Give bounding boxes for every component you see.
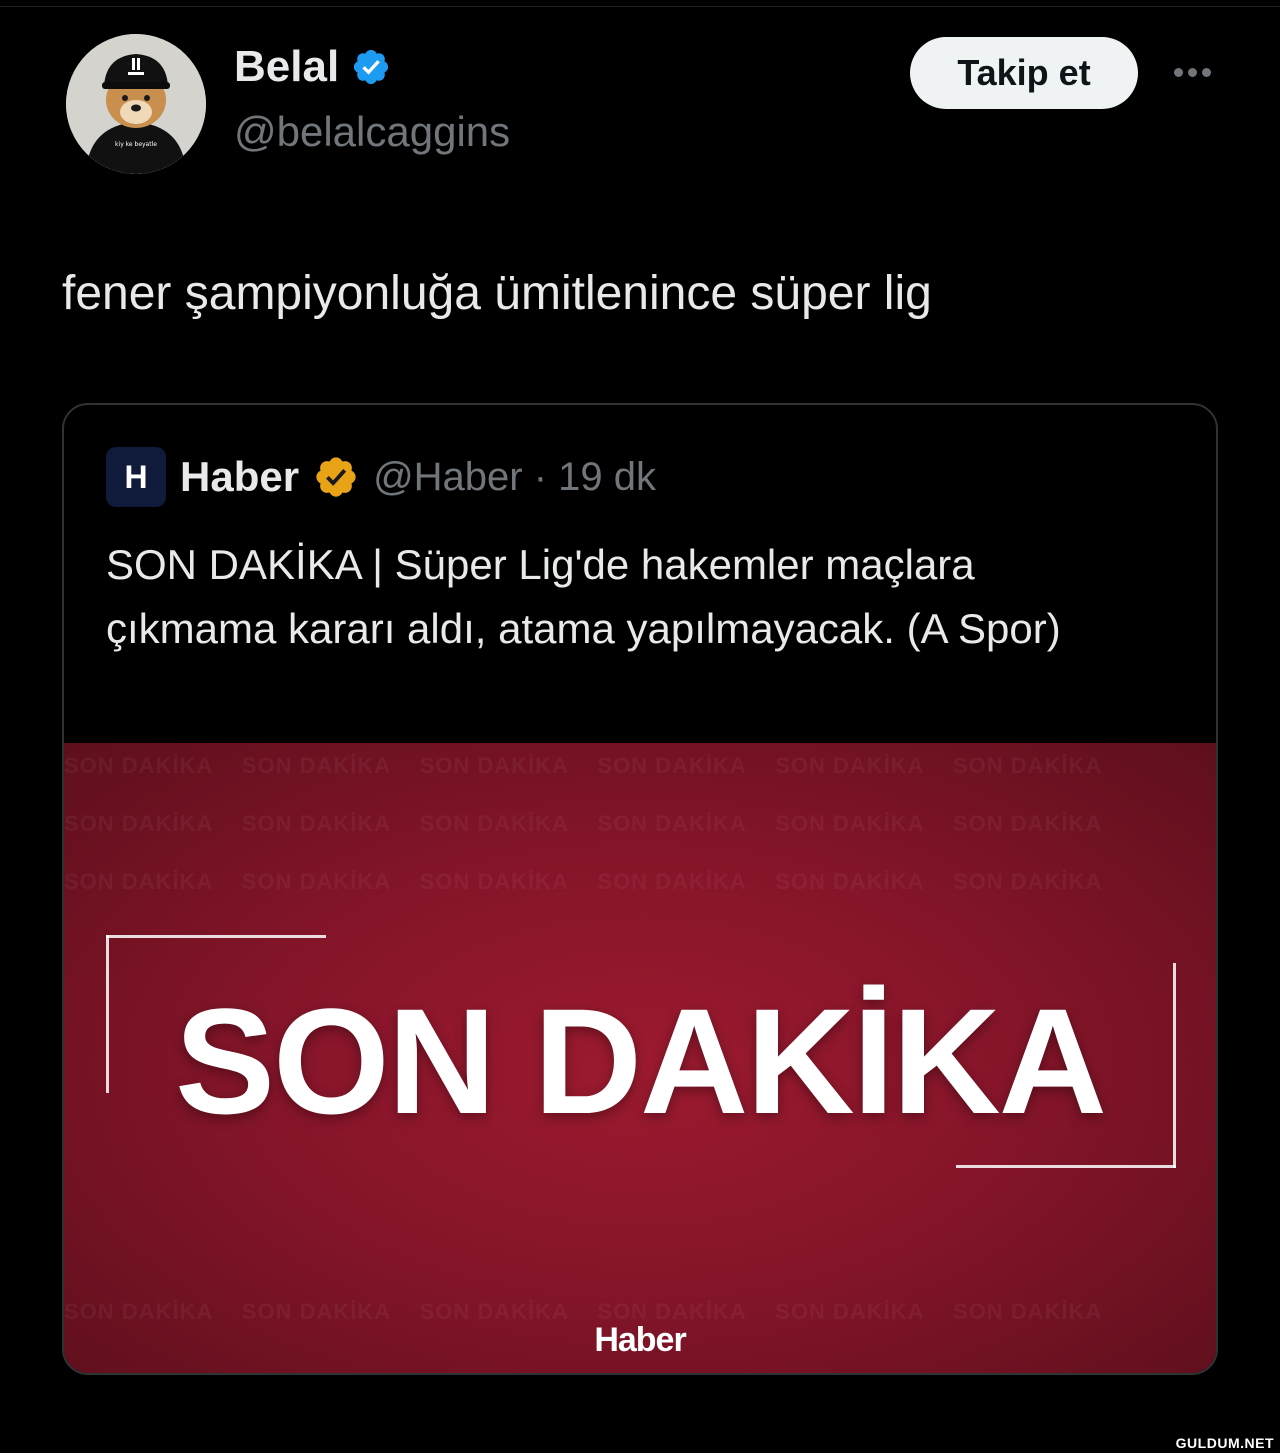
- quote-text: SON DAKİKA | Süper Lig'de hakemler maçla…: [106, 541, 1061, 652]
- tweet-text: fener şampiyonluğa ümitlenince süper lig: [62, 267, 932, 320]
- quote-header: H Haber @Haber · 19 dk: [106, 447, 656, 507]
- quote-handle-time[interactable]: @Haber · 19 dk: [373, 455, 656, 500]
- author-name[interactable]: Belal: [234, 42, 339, 92]
- pattern-row: SON DAKİKA SON DAKİKA SON DAKİKA SON DAK…: [64, 869, 1103, 894]
- quoted-tweet-card[interactable]: H Haber @Haber · 19 dk SON DAKİKA | Süpe…: [62, 403, 1218, 1375]
- more-options-icon[interactable]: [1168, 52, 1216, 92]
- follow-button[interactable]: Takip et: [910, 37, 1138, 109]
- quote-author-name[interactable]: Haber: [180, 453, 299, 501]
- dot: [1201, 67, 1211, 77]
- dog-avatar-image: kiy ke beyatle: [66, 34, 206, 174]
- media-headline: SON DAKİKA: [174, 977, 1107, 1145]
- frame-line: [106, 935, 326, 938]
- dot: [1173, 67, 1183, 77]
- site-watermark: GULDUM.NET: [1175, 1435, 1274, 1451]
- top-divider: [0, 6, 1280, 7]
- frame-line: [956, 1165, 1176, 1168]
- pattern-row: SON DAKİKA SON DAKİKA SON DAKİKA SON DAK…: [64, 811, 1103, 836]
- media-brand-logo: Haber: [594, 1321, 686, 1359]
- quote-media-image[interactable]: SON DAKİKA SON DAKİKA SON DAKİKA SON DAK…: [64, 743, 1216, 1373]
- haber-logo-icon[interactable]: H: [106, 447, 166, 507]
- gold-verified-badge-icon: [316, 457, 356, 497]
- author-handle[interactable]: @belalcaggins: [234, 108, 510, 156]
- pattern-row: SON DAKİKA SON DAKİKA SON DAKİKA SON DAK…: [64, 753, 1103, 778]
- author-avatar[interactable]: kiy ke beyatle: [66, 34, 206, 174]
- avatar-shirt-text: kiy ke beyatle: [115, 141, 157, 148]
- dot: [1187, 67, 1197, 77]
- verified-badge-icon: [354, 49, 389, 85]
- author-name-row[interactable]: Belal: [234, 42, 391, 92]
- logo-letter: H: [124, 458, 148, 495]
